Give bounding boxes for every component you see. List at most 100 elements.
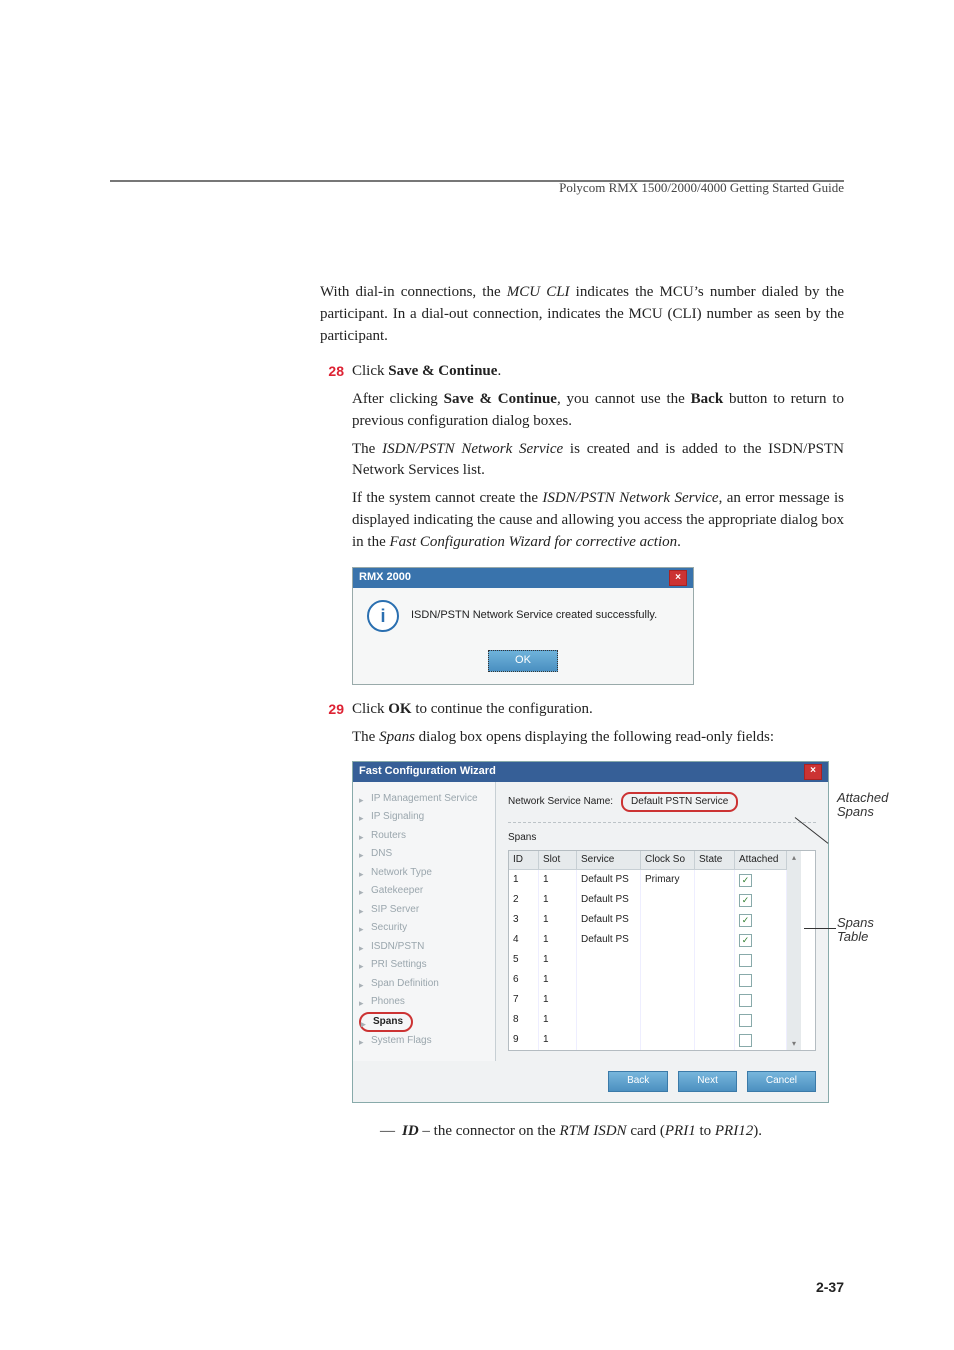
cell-id: 7 bbox=[509, 990, 539, 1010]
sidebar-item-label: DNS bbox=[371, 848, 392, 859]
sidebar-item[interactable]: ▸Security bbox=[359, 919, 489, 938]
close-icon[interactable]: × bbox=[804, 764, 822, 780]
sidebar-item-label: PRI Settings bbox=[371, 959, 427, 970]
service-name-label: Network Service Name: bbox=[508, 795, 613, 810]
cell-service bbox=[577, 970, 641, 990]
cell-slot: 1 bbox=[539, 930, 577, 950]
wizard-main: Network Service Name: Default PSTN Servi… bbox=[496, 782, 828, 1062]
sidebar-item[interactable]: ▸IP Signaling bbox=[359, 808, 489, 827]
col-id[interactable]: ID bbox=[509, 851, 539, 871]
col-slot[interactable]: Slot bbox=[539, 851, 577, 871]
service-name-value: Default PSTN Service bbox=[621, 792, 738, 813]
cell-slot: 1 bbox=[539, 1030, 577, 1050]
attached-checkbox[interactable] bbox=[739, 1014, 752, 1027]
chevron-right-icon: ▸ bbox=[359, 812, 364, 825]
text: – the connector on the bbox=[419, 1123, 560, 1139]
info-icon: i bbox=[367, 600, 399, 632]
sidebar-item[interactable]: ▸Network Type bbox=[359, 864, 489, 883]
text-italic: ISDN/PSTN Network Service bbox=[542, 490, 718, 506]
text: Click bbox=[352, 363, 388, 379]
cell-state bbox=[695, 910, 735, 930]
attached-checkbox[interactable] bbox=[739, 954, 752, 967]
scrollbar[interactable]: ▴▾ bbox=[787, 851, 801, 1051]
cell-service: Default PS bbox=[577, 930, 641, 950]
cell-state bbox=[695, 950, 735, 970]
cell-state bbox=[695, 870, 735, 890]
next-button[interactable]: Next bbox=[678, 1071, 737, 1092]
ok-button[interactable]: OK bbox=[488, 650, 558, 672]
attached-checkbox[interactable] bbox=[739, 934, 752, 947]
text: , you cannot use the bbox=[557, 391, 691, 407]
running-header: Polycom RMX 1500/2000/4000 Getting Start… bbox=[559, 180, 844, 196]
text: card ( bbox=[627, 1123, 665, 1139]
sidebar-item-spans[interactable]: ▸Spans bbox=[359, 1012, 413, 1033]
sidebar-item-label: System Flags bbox=[371, 1035, 432, 1046]
scroll-down-icon[interactable]: ▾ bbox=[792, 1038, 796, 1050]
text: to continue the configuration. bbox=[412, 701, 593, 717]
close-icon[interactable]: × bbox=[669, 570, 687, 586]
attached-checkbox[interactable] bbox=[739, 1034, 752, 1047]
cell-state bbox=[695, 1030, 735, 1050]
attached-checkbox[interactable] bbox=[739, 894, 752, 907]
sidebar-item-label: Routers bbox=[371, 830, 406, 841]
text: ). bbox=[753, 1123, 762, 1139]
cell-attached bbox=[735, 950, 787, 970]
sidebar-item[interactable]: ▸Routers bbox=[359, 827, 489, 846]
attached-checkbox[interactable] bbox=[739, 974, 752, 987]
annotation-text: Attached Spans bbox=[837, 790, 888, 819]
sidebar-item[interactable]: ▸DNS bbox=[359, 845, 489, 864]
cell-attached bbox=[735, 970, 787, 990]
cell-id: 4 bbox=[509, 930, 539, 950]
cell-service bbox=[577, 990, 641, 1010]
cell-clock bbox=[641, 890, 695, 910]
step-28-line3: The ISDN/PSTN Network Service is created… bbox=[352, 439, 844, 483]
annotation-attached-spans: Attached Spans bbox=[837, 791, 892, 820]
cell-attached bbox=[735, 890, 787, 910]
chevron-right-icon: ▸ bbox=[359, 905, 364, 918]
scroll-up-icon[interactable]: ▴ bbox=[792, 852, 796, 864]
chevron-right-icon: ▸ bbox=[359, 1036, 364, 1049]
cell-slot: 1 bbox=[539, 910, 577, 930]
cell-id: 5 bbox=[509, 950, 539, 970]
cell-clock bbox=[641, 930, 695, 950]
col-state[interactable]: State bbox=[695, 851, 735, 871]
attached-checkbox[interactable] bbox=[739, 994, 752, 1007]
cell-id: 2 bbox=[509, 890, 539, 910]
text-bold: Save & Continue bbox=[444, 391, 557, 407]
back-button[interactable]: Back bbox=[608, 1071, 668, 1092]
sidebar-item-label: Security bbox=[371, 922, 407, 933]
cell-id: 1 bbox=[509, 870, 539, 890]
sidebar-item[interactable]: ▸Phones bbox=[359, 993, 489, 1012]
sidebar-item[interactable]: ▸ISDN/PSTN bbox=[359, 938, 489, 957]
cell-attached bbox=[735, 910, 787, 930]
attached-checkbox[interactable] bbox=[739, 914, 752, 927]
sidebar-item[interactable]: ▸SIP Server bbox=[359, 901, 489, 920]
cell-service: Default PS bbox=[577, 890, 641, 910]
col-service[interactable]: Service bbox=[577, 851, 641, 871]
cell-attached bbox=[735, 1010, 787, 1030]
sidebar-item[interactable]: ▸Gatekeeper bbox=[359, 882, 489, 901]
wizard-title: Fast Configuration Wizard bbox=[359, 764, 496, 780]
col-clock[interactable]: Clock So bbox=[641, 851, 695, 871]
step-28-line4: If the system cannot create the ISDN/PST… bbox=[352, 488, 844, 553]
cell-attached bbox=[735, 990, 787, 1010]
cell-id: 3 bbox=[509, 910, 539, 930]
sidebar-item[interactable]: ▸PRI Settings bbox=[359, 956, 489, 975]
text: to bbox=[696, 1123, 715, 1139]
dialog-title: RMX 2000 bbox=[359, 570, 411, 586]
col-attached[interactable]: Attached bbox=[735, 851, 787, 871]
step-29-line2: The Spans dialog box opens displaying th… bbox=[352, 727, 844, 749]
sidebar-item[interactable]: ▸Span Definition bbox=[359, 975, 489, 994]
intro-paragraph: With dial-in connections, the MCU CLI in… bbox=[320, 282, 844, 347]
text-italic: Fast Configuration Wizard for corrective… bbox=[390, 534, 678, 550]
attached-checkbox[interactable] bbox=[739, 874, 752, 887]
step-number: 29 bbox=[310, 699, 344, 719]
text-bold: OK bbox=[388, 701, 411, 717]
annotation-line bbox=[804, 928, 836, 929]
cancel-button[interactable]: Cancel bbox=[747, 1071, 816, 1092]
sidebar-item[interactable]: ▸ System Flags bbox=[359, 1032, 489, 1051]
cell-attached bbox=[735, 1030, 787, 1050]
cell-attached bbox=[735, 870, 787, 890]
sidebar-item[interactable]: ▸IP Management Service bbox=[359, 790, 489, 809]
text-italic: Spans bbox=[379, 729, 415, 745]
